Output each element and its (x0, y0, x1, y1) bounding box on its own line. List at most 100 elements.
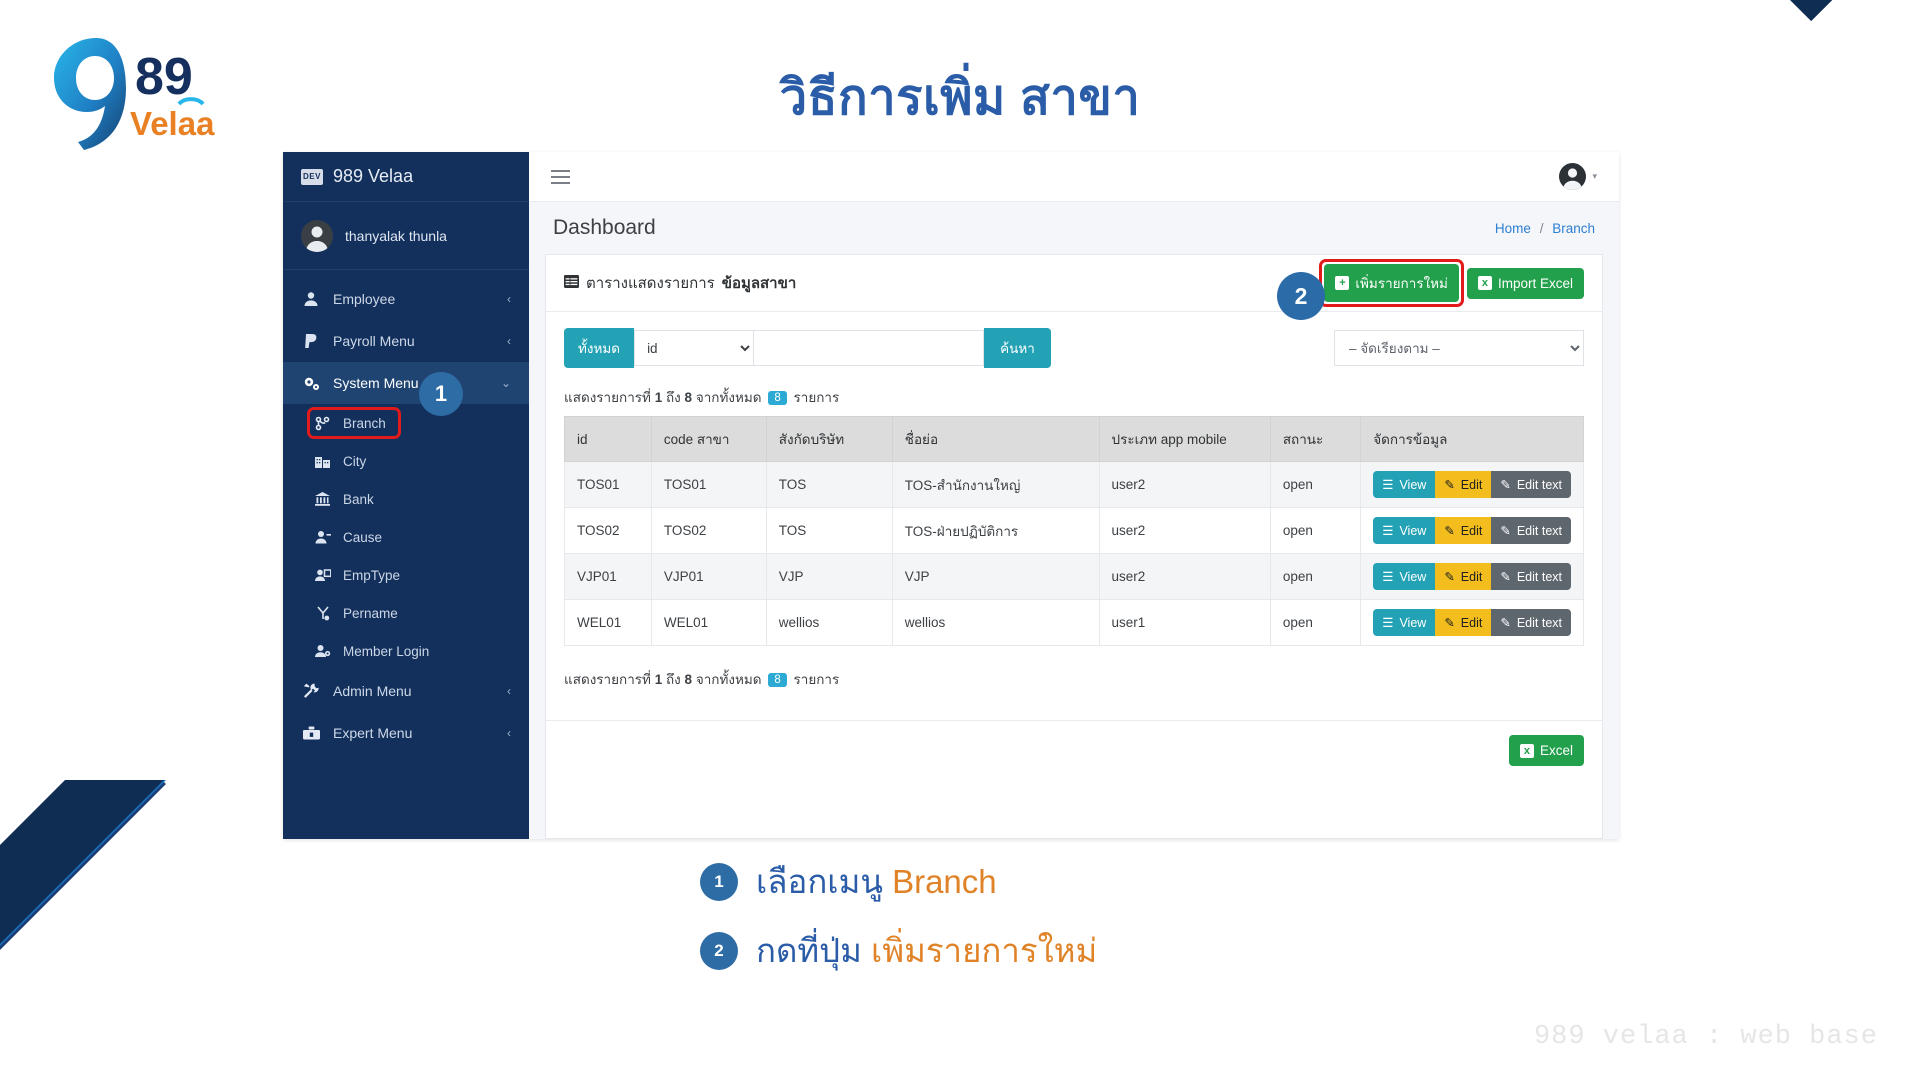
th-short[interactable]: ชื่อย่อ (891, 416, 1100, 462)
step-text-plain: กดที่ปุ่ม (756, 932, 872, 969)
cell-company: TOS (765, 461, 893, 508)
table-header-row: id code สาขา สังกัดบริษัท ชื่อย่อ ประเภท… (564, 416, 1584, 462)
table-row: TOS02 TOS02 TOS TOS-ฝ่ายปฏิบัติการ user2… (564, 507, 1584, 554)
filter-field-select[interactable]: id (634, 330, 755, 366)
edit-button[interactable]: ✎ Edit (1435, 609, 1492, 636)
edit-text-button[interactable]: ✎ Edit text (1491, 471, 1571, 498)
view-label: View (1399, 615, 1427, 630)
pencil-square-icon: ✎ (1500, 570, 1511, 584)
sidebar-item-employee[interactable]: Employee ‹ (283, 278, 529, 320)
step-text: เลือกเมนู Branch (756, 855, 997, 908)
summary-suffix: รายการ (793, 390, 840, 405)
add-record-button[interactable]: + เพิ่มรายการใหม่ (1324, 264, 1459, 302)
edit-text-label: Edit text (1516, 569, 1562, 584)
table-row: WEL01 WEL01 wellios wellios user1 open ☰… (564, 599, 1584, 646)
bank-icon (313, 492, 332, 506)
search-button[interactable]: ค้นหา (984, 328, 1051, 368)
export-excel-button[interactable]: x Excel (1508, 735, 1584, 766)
chevron-left-icon: ‹ (507, 726, 511, 740)
table-row: VJP01 VJP01 VJP VJP user2 open ☰ View ✎ Ed… (564, 553, 1584, 600)
sidebar-item-city[interactable]: City (283, 442, 529, 480)
edit-label: Edit (1460, 615, 1483, 630)
sidebar: DEV 989 Velaa thanyalak thunla Employee … (283, 152, 529, 839)
user-minus-icon (313, 530, 332, 544)
sidebar-item-branch[interactable]: Branch (283, 404, 529, 442)
cell-app: user2 (1098, 461, 1271, 508)
edit-text-button[interactable]: ✎ Edit text (1491, 563, 1571, 590)
breadcrumb-home[interactable]: Home (1495, 221, 1531, 236)
view-button[interactable]: ☰ View (1373, 517, 1436, 544)
hamburger-icon[interactable] (551, 169, 570, 184)
search-input[interactable] (754, 330, 985, 366)
step-number: 1 (700, 862, 738, 901)
th-code[interactable]: code สาขา (650, 416, 767, 462)
th-id[interactable]: id (564, 416, 652, 462)
sidebar-item-admin-menu[interactable]: Admin Menu ‹ (283, 670, 529, 712)
edit-text-label: Edit text (1516, 615, 1562, 630)
row-action-group: ☰ View ✎ Edit ✎ Edit text (1373, 563, 1571, 590)
filter-all-button[interactable]: ทั้งหมด (564, 328, 635, 368)
view-button[interactable]: ☰ View (1373, 471, 1436, 498)
summary-from: 1 (654, 390, 663, 405)
sidebar-item-emptype[interactable]: EmpType (283, 556, 529, 594)
tools-icon (301, 683, 321, 699)
pencil-square-icon: ✎ (1444, 524, 1455, 538)
sidebar-item-label: Member Login (343, 643, 430, 659)
toolbox-icon (301, 726, 321, 740)
summary-bottom: แสดงรายการที่ 1 ถึง 8 จากทั้งหมด 8 รายกา… (564, 668, 1584, 690)
cell-id: WEL01 (564, 599, 652, 646)
watermark: 989 velaa : web base (1533, 1022, 1878, 1052)
sidebar-item-label: City (343, 453, 367, 469)
cell-status: open (1269, 461, 1362, 508)
plus-icon: + (1335, 276, 1350, 290)
step-text: กดที่ปุ่ม เพิ่มรายการใหม่ (756, 924, 1097, 977)
sidebar-item-bank[interactable]: Bank (283, 480, 529, 518)
edit-button[interactable]: ✎ Edit (1435, 471, 1492, 498)
panel-footer: x Excel (546, 720, 1602, 782)
view-button[interactable]: ☰ View (1373, 609, 1436, 636)
row-action-group: ☰ View ✎ Edit ✎ Edit text (1373, 471, 1571, 498)
th-company[interactable]: สังกัดบริษัท (765, 416, 893, 462)
th-status[interactable]: สถานะ (1269, 416, 1362, 462)
sidebar-brand[interactable]: DEV 989 Velaa (283, 152, 529, 202)
sidebar-user[interactable]: thanyalak thunla (283, 202, 529, 270)
summary-suffix: รายการ (793, 672, 840, 687)
sidebar-item-expert-menu[interactable]: Expert Menu ‹ (283, 712, 529, 754)
sidebar-item-payroll-menu[interactable]: Payroll Menu ‹ (283, 320, 529, 362)
summary-to: 8 (684, 390, 693, 405)
th-actions: จัดการข้อมูล (1360, 416, 1584, 462)
edit-button[interactable]: ✎ Edit (1435, 517, 1492, 544)
cell-code: TOS01 (650, 461, 767, 508)
edit-text-button[interactable]: ✎ Edit text (1491, 609, 1571, 636)
app-window: DEV 989 Velaa thanyalak thunla Employee … (283, 152, 1619, 839)
th-app[interactable]: ประเภท app mobile (1098, 416, 1271, 462)
pencil-square-icon: ✎ (1500, 616, 1511, 630)
row-action-group: ☰ View ✎ Edit ✎ Edit text (1373, 517, 1571, 544)
sidebar-item-pername[interactable]: Pername (283, 594, 529, 632)
slide-title: วิธีการเพิ่ม สาขา (779, 71, 1141, 125)
edit-text-button[interactable]: ✎ Edit text (1491, 517, 1571, 544)
navbar-user-menu[interactable]: ▾ (1559, 163, 1597, 190)
view-button[interactable]: ☰ View (1373, 563, 1436, 590)
list-icon: ☰ (1382, 616, 1394, 630)
sidebar-item-system-menu[interactable]: System Menu ⌄ (283, 362, 529, 404)
sidebar-item-member-login[interactable]: Member Login (283, 632, 529, 670)
sidebar-item-label: Bank (343, 491, 374, 507)
breadcrumb-separator: / (1539, 220, 1544, 236)
chevron-down-icon: ⌄ (500, 376, 511, 390)
cell-app: user2 (1098, 553, 1271, 600)
pencil-square-icon: ✎ (1444, 616, 1455, 630)
import-excel-button[interactable]: x Import Excel (1466, 267, 1584, 299)
sidebar-menu: Employee ‹ Payroll Menu ‹ System Menu ⌄ (283, 270, 529, 754)
add-record-label: เพิ่มรายการใหม่ (1355, 276, 1448, 291)
panel-title-prefix: ตารางแสดงรายการ (586, 275, 715, 292)
step-1: 1 เลือกเมนู Branch (700, 855, 1097, 908)
view-label: View (1399, 569, 1427, 584)
main-area: ▾ Dashboard Home / Branch ตารางแสดงรายกา… (529, 152, 1619, 839)
cell-short: TOS-ฝ่ายปฏิบัติการ (891, 507, 1100, 554)
sidebar-item-cause[interactable]: Cause (283, 518, 529, 556)
edit-button[interactable]: ✎ Edit (1435, 563, 1492, 590)
step-number: 2 (700, 931, 738, 970)
content-header: Dashboard Home / Branch (529, 202, 1619, 254)
sort-select[interactable]: – จัดเรียงตาม – (1334, 330, 1584, 366)
